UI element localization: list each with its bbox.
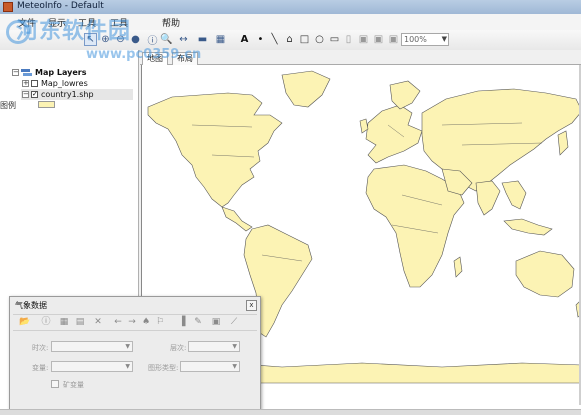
info-icon[interactable]: ⓘ xyxy=(146,33,159,47)
menu-help[interactable]: 帮助 xyxy=(162,16,180,29)
layer-label: country1.shp xyxy=(41,90,94,99)
window-title: MeteoInfo - Default xyxy=(17,1,104,11)
layers-icon xyxy=(21,68,32,76)
indonesia xyxy=(503,218,553,236)
layer-item-country1[interactable]: − ✓ country1.shp xyxy=(22,90,94,99)
legend-tab[interactable]: 图例 xyxy=(0,100,20,113)
circle-icon[interactable]: ○ xyxy=(313,33,326,46)
zoom-window-icon[interactable]: 🔍 xyxy=(160,33,173,46)
info-icon[interactable]: ⓘ xyxy=(41,317,51,327)
ellipse-icon[interactable]: ▭ xyxy=(328,33,341,46)
map-tab-strip: 地图 布局 xyxy=(140,50,581,65)
line-icon[interactable]: ╲ xyxy=(268,33,281,46)
level-label: 层次: xyxy=(170,344,187,352)
filter-icon[interactable]: ⚐ xyxy=(155,317,165,327)
meteo-data-panel: 气象数据 x 📂 ⓘ ▦ ▤ ✕ ← → ♠ ⚐ ▐ ✎ ▣ ⟋ 时次: ▼ 层… xyxy=(9,296,261,410)
layout-icon[interactable]: ▦ xyxy=(214,33,227,46)
image-icon[interactable]: ▣ xyxy=(211,317,221,327)
status-bar xyxy=(0,409,581,415)
graph-type-select[interactable]: ▼ xyxy=(180,361,240,372)
variable-select[interactable]: ▼ xyxy=(51,361,133,372)
greenland xyxy=(281,70,331,108)
central-america xyxy=(221,206,253,232)
polygon-icon[interactable]: ⌂ xyxy=(283,33,296,46)
chevron-down-icon: ▼ xyxy=(232,343,237,350)
panel-title: 气象数据 xyxy=(15,301,47,310)
zoom-page-in-icon[interactable]: ▣ xyxy=(357,33,370,46)
time-label: 时次: xyxy=(32,344,49,352)
chart-icon[interactable]: ▐ xyxy=(177,317,187,327)
layer-label: Map_lowres xyxy=(41,79,88,88)
japan xyxy=(557,130,569,156)
legend-swatch xyxy=(38,101,55,108)
chevron-down-icon: ▼ xyxy=(232,363,237,370)
chevron-down-icon: ▼ xyxy=(125,363,130,370)
graph-type-label: 图形类型: xyxy=(148,364,179,372)
southeast-asia xyxy=(501,180,527,210)
point-icon[interactable]: • xyxy=(254,33,267,46)
north-america xyxy=(147,92,283,208)
variable-label: 变量: xyxy=(32,364,49,372)
close-icon[interactable]: x xyxy=(246,300,257,311)
tree-icon[interactable]: ♠ xyxy=(141,317,151,327)
table-icon[interactable]: ▤ xyxy=(75,317,85,327)
arrow-right-icon[interactable]: → xyxy=(127,317,137,327)
madagascar xyxy=(453,256,463,278)
delete-icon[interactable]: ✕ xyxy=(93,317,103,327)
rectangle-icon[interactable]: □ xyxy=(298,33,311,46)
measure-icon[interactable]: ↔ xyxy=(177,33,190,46)
collapse-icon[interactable]: − xyxy=(22,91,29,98)
layer-checkbox[interactable]: ✓ xyxy=(31,91,38,98)
open-folder-icon[interactable]: 📂 xyxy=(19,317,30,327)
watermark-text: 河东软件园 xyxy=(16,19,132,44)
page-icon[interactable]: ▯ xyxy=(342,33,355,46)
australia xyxy=(515,250,575,298)
zoom-select[interactable]: 100% ▼ xyxy=(401,33,449,46)
zoom-page-out-icon[interactable]: ▣ xyxy=(372,33,385,46)
layer-checkbox[interactable] xyxy=(31,80,38,87)
app-icon xyxy=(3,2,13,12)
text-icon[interactable]: A xyxy=(238,33,251,46)
watermark-url: www.pc0359.cn xyxy=(86,47,202,62)
grid-icon[interactable]: ▦ xyxy=(59,317,69,327)
collapse-icon[interactable]: − xyxy=(12,69,19,76)
dynamic-label: 矿变量 xyxy=(63,381,84,389)
fit-page-icon[interactable]: ▣ xyxy=(387,33,400,46)
india xyxy=(475,180,501,216)
time-select[interactable]: ▼ xyxy=(51,341,133,352)
layer-item-map-lowres[interactable]: + Map_lowres xyxy=(22,79,88,88)
level-select[interactable]: ▼ xyxy=(188,341,240,352)
chevron-down-icon: ▼ xyxy=(125,343,130,350)
europe xyxy=(365,104,423,164)
tool-icon[interactable]: ✎ xyxy=(193,317,203,327)
label-icon[interactable]: ▬ xyxy=(196,33,209,46)
zoom-value: 100% xyxy=(404,35,427,44)
title-bar: MeteoInfo - Default xyxy=(0,0,581,14)
chevron-down-icon: ▼ xyxy=(441,35,447,43)
scandinavia xyxy=(389,80,421,110)
layer-root[interactable]: − Map Layers xyxy=(12,68,86,77)
arrow-left-icon[interactable]: ← xyxy=(113,317,123,327)
panel-toolbar: 📂 ⓘ ▦ ▤ ✕ ← → ♠ ⚐ ▐ ✎ ▣ ⟋ xyxy=(13,314,257,331)
line-chart-icon[interactable]: ⟋ xyxy=(229,317,239,327)
layer-root-label: Map Layers xyxy=(35,68,87,77)
expand-icon[interactable]: + xyxy=(22,80,29,87)
dynamic-checkbox[interactable] xyxy=(51,380,59,388)
